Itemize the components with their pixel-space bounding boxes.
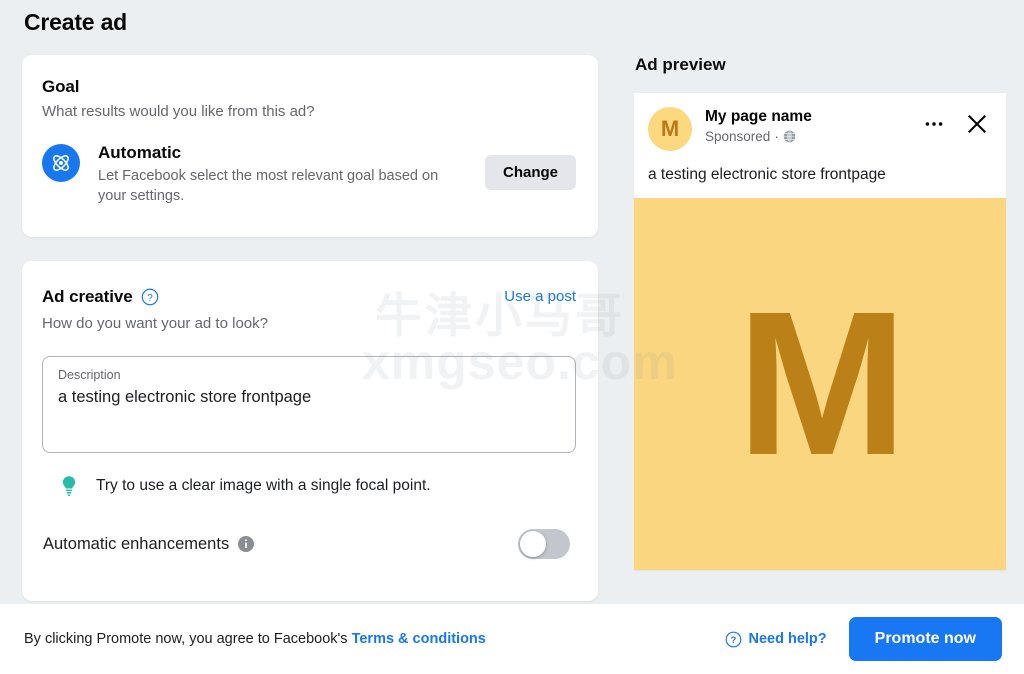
creative-tip-text: Try to use a clear image with a single f… <box>96 477 431 494</box>
goal-selected-option-row: Automatic Let Facebook select the most r… <box>42 142 576 206</box>
question-mark-circle-icon[interactable]: ? <box>141 288 159 306</box>
need-help-button[interactable]: ? Need help? <box>725 631 827 648</box>
page-title: Create ad <box>24 9 128 35</box>
need-help-label: Need help? <box>748 631 827 647</box>
automatic-enhancements-toggle[interactable] <box>518 529 570 559</box>
close-x-icon[interactable] <box>966 113 988 135</box>
automatic-enhancements-label-group: Automatic enhancements <box>43 534 255 554</box>
automatic-enhancements-label: Automatic enhancements <box>43 534 230 553</box>
ellipsis-icon[interactable] <box>924 114 944 134</box>
lightbulb-icon <box>60 475 78 497</box>
ad-preview-actions <box>924 107 992 135</box>
create-ad-scroll-area[interactable]: Create ad Goal What results would you li… <box>0 0 1024 604</box>
info-circle-icon[interactable] <box>238 536 255 552</box>
ad-creative-title-group: Ad creative ? <box>42 287 159 307</box>
ad-preview-image: M <box>634 198 1006 570</box>
promote-now-button[interactable]: Promote now <box>848 617 1002 661</box>
ad-preview-card: M My page name Sponsored · a testing ele… <box>634 93 1006 570</box>
meta-separator: · <box>774 128 779 144</box>
globe-icon <box>783 130 796 143</box>
goal-card: Goal What results would you like from th… <box>22 55 598 237</box>
page-name: My page name <box>705 108 812 125</box>
use-a-post-link[interactable]: Use a post <box>504 288 576 305</box>
goal-section-title: Goal <box>42 77 80 96</box>
avatar: M <box>648 107 692 151</box>
goal-option-name: Automatic <box>98 143 182 162</box>
svg-text:?: ? <box>147 293 153 304</box>
description-label: Description <box>58 368 121 382</box>
sponsored-label: Sponsored <box>705 128 771 144</box>
ad-preview-header: M My page name Sponsored · <box>634 93 1006 151</box>
description-input[interactable]: Description a testing electronic store f… <box>42 356 576 453</box>
terms-and-conditions-link[interactable]: Terms & conditions <box>352 631 486 647</box>
footer-bar: By clicking Promote now, you agree to Fa… <box>0 604 1024 674</box>
ad-creative-subtitle: How do you want your ad to look? <box>42 315 268 332</box>
creative-tip-row: Try to use a clear image with a single f… <box>42 475 576 497</box>
ad-creative-header: Ad creative ? Use a post <box>42 287 576 307</box>
sponsored-meta: Sponsored · <box>705 129 924 144</box>
automatic-enhancements-row: Automatic enhancements <box>42 529 576 559</box>
description-value: a testing electronic store frontpage <box>58 388 312 406</box>
terms-agreement-text: By clicking Promote now, you agree to Fa… <box>24 631 725 647</box>
ad-preview-body-text: a testing electronic store frontpage <box>648 166 886 183</box>
form-column: Goal What results would you like from th… <box>22 55 598 601</box>
ad-preview-title: Ad preview <box>635 55 726 74</box>
ad-preview-column: Ad preview M My page name Sponsored · a … <box>634 55 1006 570</box>
ad-preview-identity: My page name Sponsored · <box>705 107 924 144</box>
question-mark-circle-icon: ? <box>725 631 742 648</box>
change-goal-button[interactable]: Change <box>484 154 576 190</box>
ad-creative-title: Ad creative <box>42 287 133 306</box>
toggle-knob <box>520 531 546 557</box>
svg-text:?: ? <box>730 635 736 645</box>
ad-preview-image-letter: M <box>736 269 908 499</box>
automatic-atom-icon <box>42 144 80 182</box>
goal-section-subtitle: What results would you like from this ad… <box>42 103 315 120</box>
goal-option-description: Let Facebook select the most relevant go… <box>98 168 439 205</box>
goal-option-text: Automatic Let Facebook select the most r… <box>98 142 485 206</box>
ad-creative-card: Ad creative ? Use a post How do you want… <box>22 261 598 601</box>
terms-agreement-prefix: By clicking Promote now, you agree to Fa… <box>24 631 352 647</box>
